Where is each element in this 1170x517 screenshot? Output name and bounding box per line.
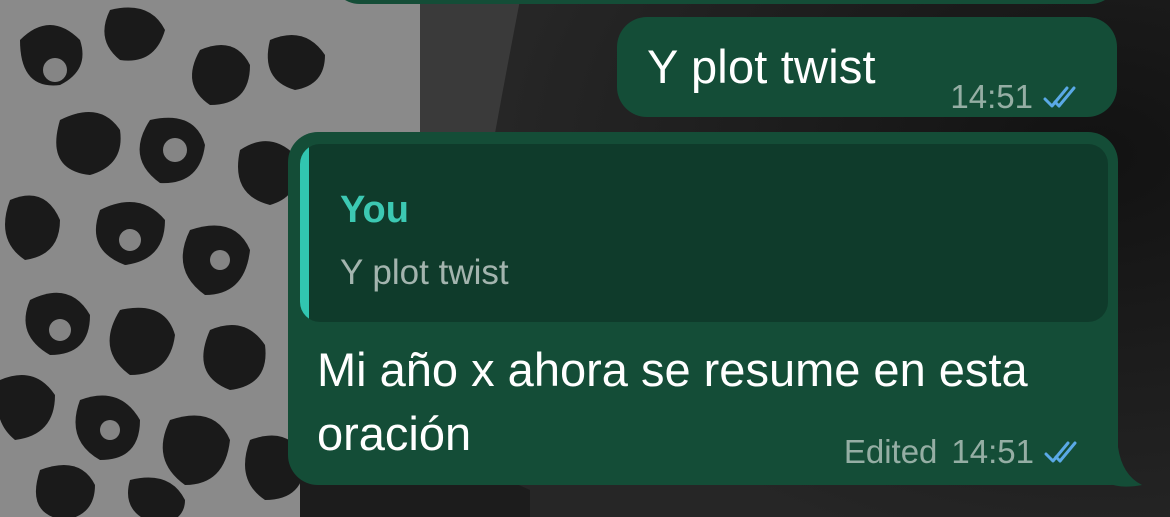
- message-text: Y plot twist: [647, 40, 876, 93]
- previous-message-bubble[interactable]: [330, 0, 1120, 4]
- message-bubble-outgoing[interactable]: Y plot twist 14:51: [617, 17, 1117, 117]
- reply-quote[interactable]: You Y plot twist: [300, 144, 1108, 322]
- message-meta: Edited 14:51: [844, 432, 1088, 472]
- reply-quote-author: You: [340, 189, 409, 231]
- reply-quote-accent-bar: [300, 144, 309, 322]
- reply-quote-text: Y plot twist: [340, 253, 509, 292]
- message-time: 14:51: [951, 433, 1034, 470]
- bubble-tail: [1108, 447, 1142, 487]
- message-bubble-outgoing-reply[interactable]: You Y plot twist Mi año x ahora se resum…: [288, 132, 1118, 485]
- message-time: 14:51: [950, 78, 1033, 115]
- double-check-read-icon: [1043, 86, 1076, 108]
- double-check-read-icon: [1044, 441, 1077, 463]
- message-meta: 14:51: [950, 77, 1087, 117]
- edited-label: Edited: [843, 433, 938, 470]
